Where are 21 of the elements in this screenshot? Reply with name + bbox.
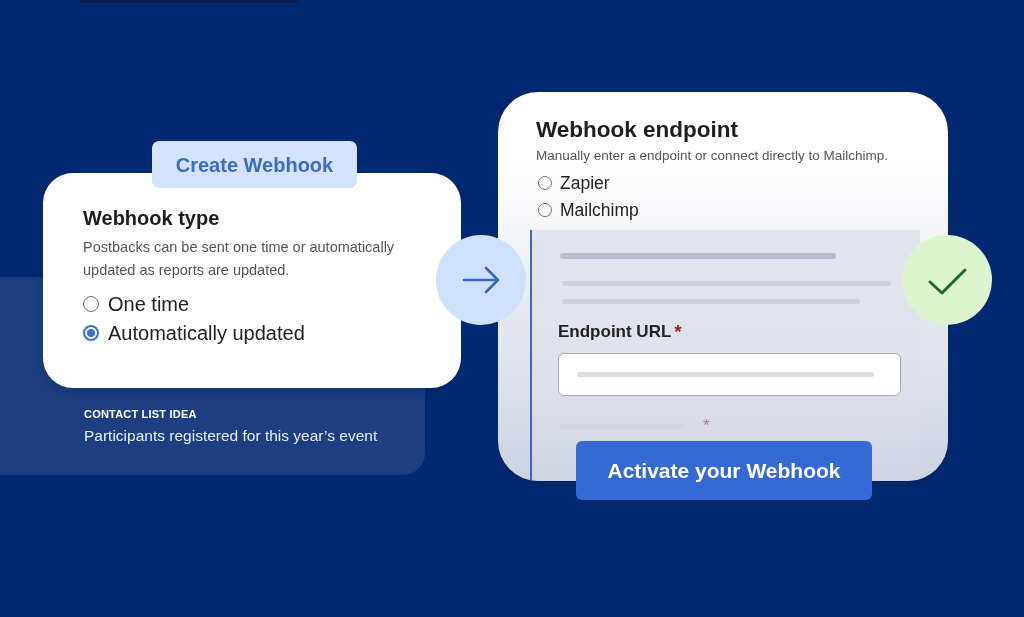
radio-button[interactable] (83, 325, 99, 341)
option-label: Automatically updated (108, 322, 305, 344)
radio-button[interactable] (538, 176, 552, 190)
tip-text: Participants registered for this year’s event (84, 426, 379, 446)
create-webhook-badge: Create Webhook (152, 141, 357, 188)
radio-button[interactable] (538, 203, 552, 217)
check-icon (902, 235, 992, 325)
tip-heading: CONTACT LIST IDEA (84, 407, 198, 421)
card-title: Webhook endpoint (536, 116, 740, 144)
radio-button[interactable] (83, 296, 99, 312)
option-label: Mailchimp (560, 199, 639, 221)
field-label: Endpoint URL (558, 321, 672, 343)
option-label: One time (108, 293, 190, 315)
endpoint-url-field[interactable] (558, 353, 901, 396)
required-mark: * (703, 417, 710, 435)
required-mark: * (674, 321, 682, 343)
activate-webhook-button[interactable]: Activate your Webhook (576, 441, 872, 500)
card-title: Webhook type (83, 206, 221, 231)
card-description: Postbacks can be sent one time or automatically updated as reports are updated. (83, 238, 396, 280)
card-description: Manually enter a endpoint or connect directly to Mailchimp. (536, 147, 889, 165)
option-label: Zapier (560, 172, 610, 194)
